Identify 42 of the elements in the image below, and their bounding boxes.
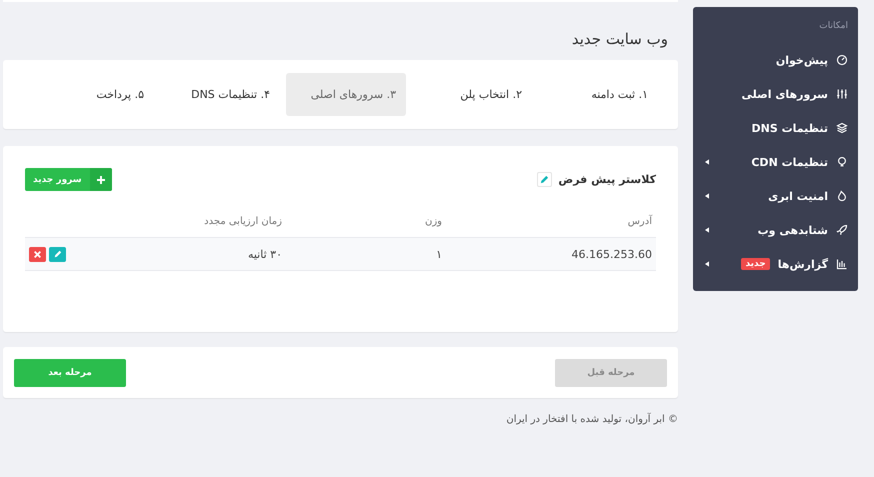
sidebar-item-label: پیش‌خوان bbox=[776, 54, 828, 66]
step-tab[interactable]: ۳. سرورهای اصلی bbox=[286, 73, 406, 116]
table-cell-text: ۱ bbox=[435, 248, 442, 260]
sidebar-item[interactable]: امنیت ابری bbox=[703, 179, 848, 213]
sidebar-item[interactable]: پیش‌خوان bbox=[703, 43, 848, 77]
sidebar-item-label: تنظیمات DNS bbox=[752, 122, 828, 134]
edit-button[interactable] bbox=[49, 246, 66, 262]
sidebar-item[interactable]: گزارش‌ها جدید bbox=[703, 247, 848, 281]
delete-button[interactable] bbox=[29, 246, 46, 262]
edit-button[interactable] bbox=[537, 172, 552, 187]
sidebar-item[interactable]: تنظیمات CDN bbox=[703, 145, 848, 179]
sidebar-item-label: امنیت ابری bbox=[768, 190, 828, 202]
sidebar-item-label: تنظیمات CDN bbox=[751, 156, 828, 168]
pencil-icon bbox=[54, 250, 62, 258]
page-title: وب سایت جدید bbox=[570, 30, 668, 48]
column-header: زمان ارزیابی مجدد bbox=[203, 216, 282, 226]
copyright-text: © ابر آروان، تولید شده با افتخار در ایران bbox=[505, 414, 678, 425]
gauge-icon bbox=[836, 54, 848, 66]
step-tab[interactable]: ۵. پرداخت bbox=[34, 73, 154, 116]
layers-icon bbox=[836, 122, 848, 134]
plus-icon bbox=[96, 176, 105, 184]
sidebar-item-label: شتابدهی وب bbox=[758, 224, 828, 236]
sidebar-heading: امکانات bbox=[818, 21, 848, 31]
step-tab[interactable]: ۴. تنظیمات DNS bbox=[160, 73, 280, 116]
new-badge: جدید bbox=[741, 258, 770, 270]
column-header: آدرس bbox=[626, 216, 652, 226]
table-cell-text: 46.165.253.60 bbox=[570, 248, 652, 260]
sidebar-item[interactable]: شتابدهی وب bbox=[703, 213, 848, 247]
sidebar-item[interactable]: سرورهای اصلی bbox=[703, 77, 848, 111]
bulb-icon bbox=[836, 156, 848, 168]
step-tab[interactable]: ۱. ثبت دامنه bbox=[538, 73, 658, 116]
close-icon bbox=[34, 250, 41, 258]
sidebar-item-label: سرورهای اصلی bbox=[741, 88, 828, 100]
step-tab[interactable]: ۲. انتخاب پلن bbox=[412, 73, 532, 116]
cluster-title: کلاستر پیش فرض bbox=[558, 173, 656, 186]
column-header: وزن bbox=[424, 216, 442, 226]
sidebar-item-label: گزارش‌ها bbox=[778, 258, 828, 270]
table-cell-text: ۳۰ ثانیه bbox=[246, 248, 282, 260]
pencil-icon bbox=[540, 175, 550, 184]
sliders-icon bbox=[836, 88, 848, 100]
sidebar-item[interactable]: تنظیمات DNS bbox=[703, 111, 848, 145]
chart-icon bbox=[836, 258, 848, 270]
